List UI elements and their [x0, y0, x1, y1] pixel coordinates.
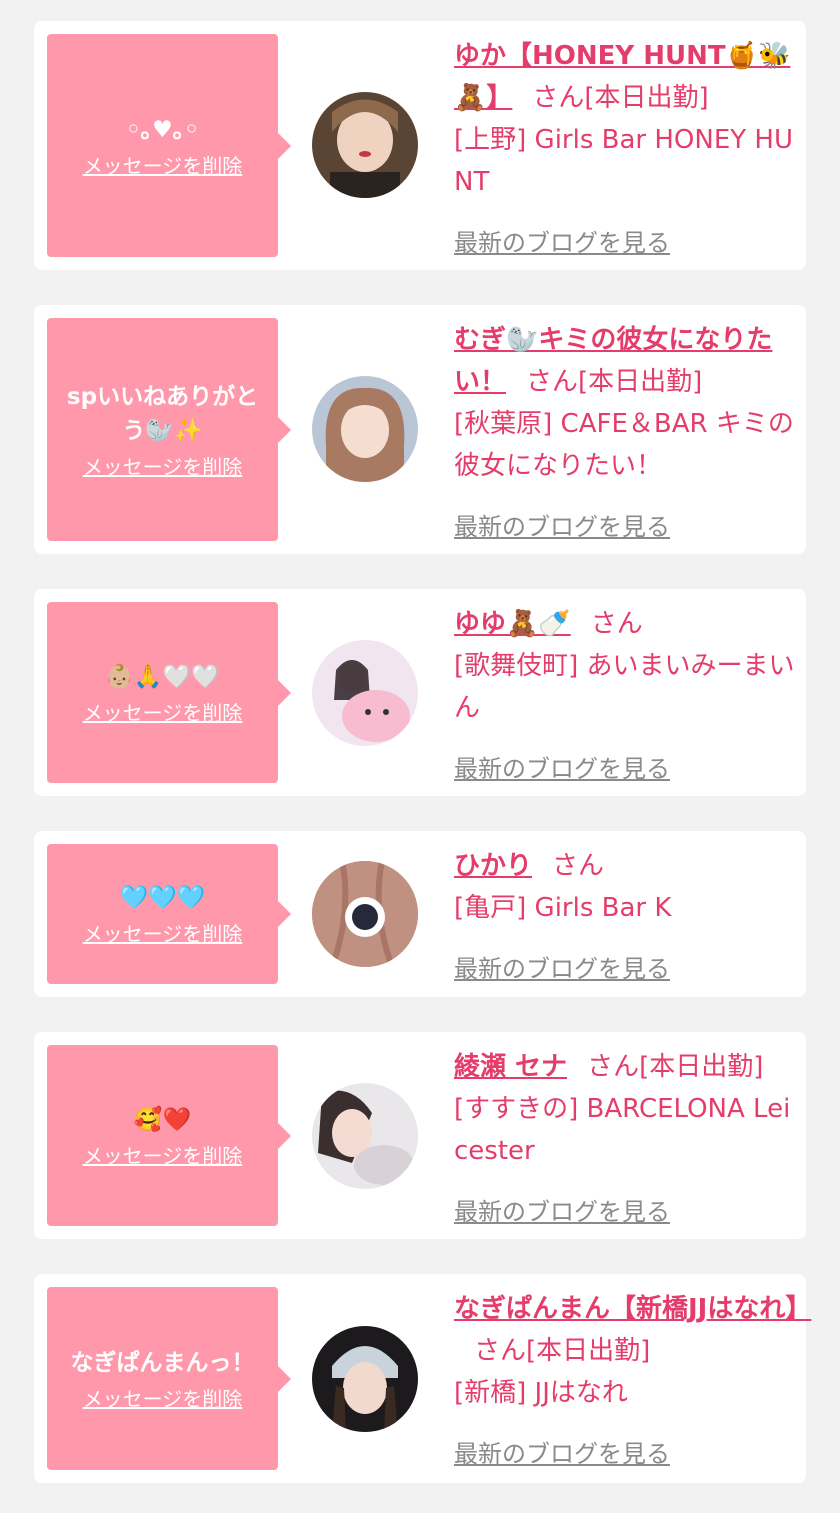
delete-message-link[interactable]: メッセージを削除 [83, 921, 243, 947]
latest-blog-link[interactable]: 最新のブログを見る [454, 1192, 670, 1227]
message-text: 🥰❤️ [133, 1106, 192, 1133]
cast-name-link[interactable]: ゆゆ🧸🍼 [454, 609, 571, 639]
message-bubble: 👶🏼🙏🤍🤍 メッセージを削除 [47, 602, 291, 783]
avatar[interactable] [312, 1083, 418, 1189]
status-badge: [本日出勤] [639, 1052, 764, 1082]
cast-info: ゆか【HONEY HUNT🍯🐝🧸】 さん[本日出勤] [上野] Girls Bar… [454, 35, 799, 203]
latest-blog-link[interactable]: 最新のブログを見る [454, 507, 670, 542]
cast-name-link[interactable]: なぎぱんまん【新橋JJはなれ】 [454, 1294, 811, 1324]
delete-message-link[interactable]: メッセージを削除 [83, 153, 243, 179]
list-item: 🥰❤️ メッセージを削除 綾瀬 セナ さん[本日出勤] [すすきの] BARCEL… [34, 1032, 806, 1239]
delete-message-link[interactable]: メッセージを削除 [83, 454, 243, 480]
avatar[interactable] [312, 640, 418, 746]
cast-name-link[interactable]: 綾瀬 セナ [454, 1052, 567, 1082]
message-bubble: なぎぱんまんっ！ メッセージを削除 [47, 1287, 291, 1470]
delete-message-link[interactable]: メッセージを削除 [83, 700, 243, 726]
cast-name-link[interactable]: ひかり [454, 851, 532, 881]
shop-name: [新橋] JJはなれ [454, 1378, 628, 1408]
avatar[interactable] [312, 376, 418, 482]
avatar-photo [312, 861, 418, 967]
message-bubble: 🥰❤️ メッセージを削除 [47, 1045, 291, 1226]
avatar-photo [312, 1083, 418, 1189]
cast-info: ひかり さん [亀戸] Girls Bar K [454, 845, 799, 929]
cast-info: なぎぱんまん【新橋JJはなれ】さん[本日出勤] [新橋] JJはなれ [454, 1288, 811, 1414]
message-text: なぎぱんまんっ！ [70, 1349, 255, 1376]
shop-name: [上野] Girls Bar HONEY HUNT [454, 125, 793, 197]
message-bubble: 🩵🩵🩵 メッセージを削除 [47, 844, 291, 984]
message-text: ◦｡♥｡◦ [125, 116, 200, 143]
latest-blog-link[interactable]: 最新のブログを見る [454, 223, 670, 258]
cast-info: むぎ🦭キミの彼女になりたい！ さん[本日出勤] [秋葉原] CAFE＆BAR キミ… [454, 319, 799, 487]
honorific: さん [587, 1052, 640, 1082]
cast-info: ゆゆ🧸🍼 さん [歌舞伎町] あいまいみーまいん [454, 603, 799, 729]
message-text: 🩵🩵🩵 [119, 885, 206, 911]
list-item: 👶🏼🙏🤍🤍 メッセージを削除 ゆゆ🧸🍼 さん [歌舞伎町] あいまいみーまいん 最… [34, 589, 806, 796]
avatar[interactable] [312, 861, 418, 967]
status-badge: [本日出勤] [526, 1336, 651, 1366]
avatar-photo [312, 92, 418, 198]
avatar[interactable] [312, 1326, 418, 1432]
avatar[interactable] [312, 92, 418, 198]
shop-name: [亀戸] Girls Bar K [454, 893, 672, 923]
status-badge: [本日出勤] [584, 83, 709, 113]
shop-name: [秋葉原] CAFE＆BAR キミの彼女になりたい！ [454, 409, 794, 481]
honorific: さん [590, 609, 643, 639]
honorific: さん [552, 851, 605, 881]
avatar-photo [312, 640, 418, 746]
latest-blog-link[interactable]: 最新のブログを見る [454, 749, 670, 784]
list-item: ◦｡♥｡◦ メッセージを削除 ゆか【HONEY HUNT🍯🐝🧸】 さん[本日出勤]… [34, 21, 806, 270]
latest-blog-link[interactable]: 最新のブログを見る [454, 949, 670, 984]
message-bubble: spいいねありがとう🦭✨ メッセージを削除 [47, 318, 291, 541]
list-item: 🩵🩵🩵 メッセージを削除 ひかり さん [亀戸] Girls Bar K 最新のブ… [34, 831, 806, 997]
message-text: 👶🏼🙏🤍🤍 [105, 663, 220, 690]
honorific: さん [532, 83, 585, 113]
cast-info: 綾瀬 セナ さん[本日出勤] [すすきの] BARCELONA Leicester [454, 1046, 799, 1172]
message-text: spいいねありがとう🦭✨ [66, 383, 259, 444]
message-bubble: ◦｡♥｡◦ メッセージを削除 [47, 34, 291, 257]
list-item: spいいねありがとう🦭✨ メッセージを削除 むぎ🦭キミの彼女になりたい！ さん[本… [34, 305, 806, 554]
latest-blog-link[interactable]: 最新のブログを見る [454, 1434, 670, 1469]
delete-message-link[interactable]: メッセージを削除 [83, 1386, 243, 1412]
honorific: さん [526, 367, 579, 397]
delete-message-link[interactable]: メッセージを削除 [83, 1143, 243, 1169]
shop-name: [歌舞伎町] あいまいみーまいん [454, 651, 795, 723]
list-item: なぎぱんまんっ！ メッセージを削除 なぎぱんまん【新橋JJはなれ】さん[本日出勤… [34, 1274, 811, 1483]
avatar-photo [312, 376, 418, 482]
shop-name: [すすきの] BARCELONA Leicester [454, 1094, 791, 1166]
honorific: さん [474, 1336, 527, 1366]
avatar-photo [312, 1326, 418, 1432]
message-list: ◦｡♥｡◦ メッセージを削除 ゆか【HONEY HUNT🍯🐝🧸】 さん[本日出勤]… [0, 0, 840, 1513]
status-badge: [本日出勤] [578, 367, 703, 397]
